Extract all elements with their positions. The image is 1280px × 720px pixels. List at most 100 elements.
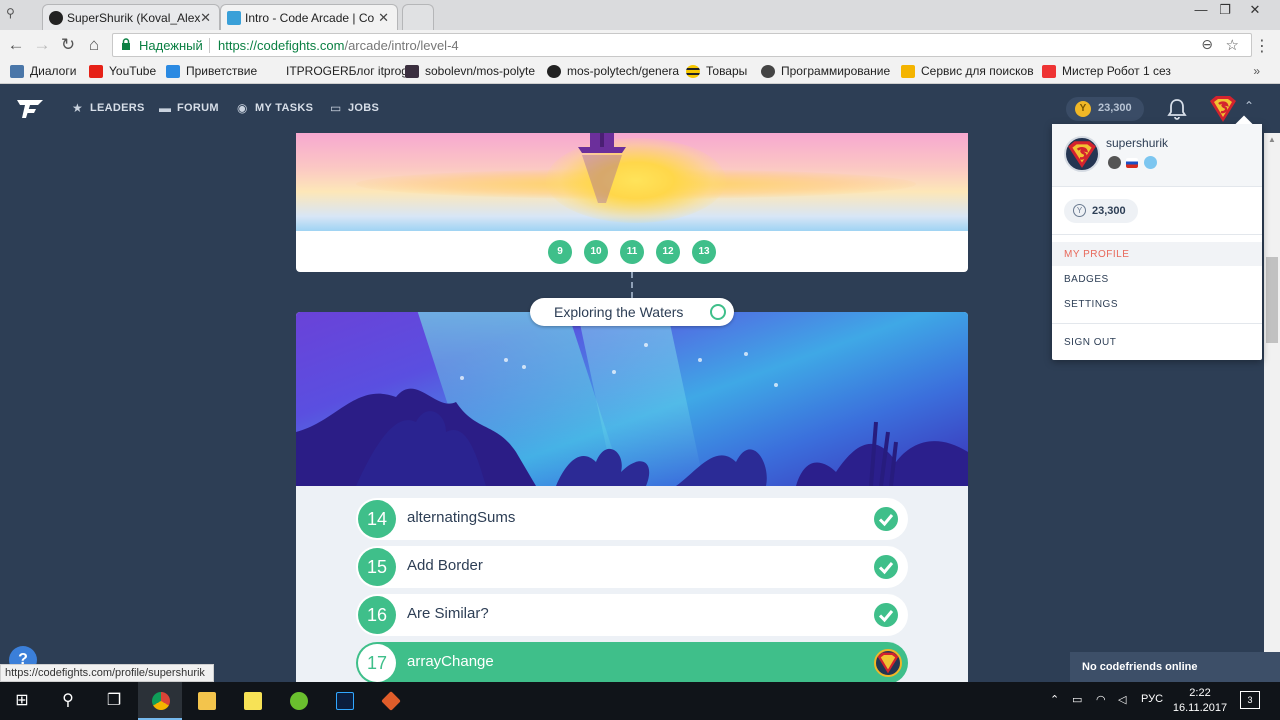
nav-my-tasks[interactable]: ◉ MY TASKS	[237, 101, 313, 115]
clock-time: 2:22	[1189, 687, 1211, 699]
action-center-icon[interactable]: 3	[1240, 691, 1260, 709]
underwater-illustration	[296, 312, 968, 486]
new-tab-button[interactable]	[402, 4, 434, 30]
menu-settings[interactable]: SETTINGS	[1052, 292, 1262, 316]
scrollbar-thumb[interactable]	[1266, 257, 1278, 343]
omnibox[interactable]: Надежный https://codefights.com/arcade/i…	[112, 33, 1252, 57]
nav-leaders[interactable]: ★ LEADERS	[72, 101, 145, 115]
video-icon	[1042, 65, 1056, 78]
url-text[interactable]: https://codefights.com/arcade/intro/leve…	[218, 38, 459, 53]
restore-icon[interactable]: ❐	[1210, 0, 1240, 22]
windows-start-icon[interactable]: ⊞	[0, 682, 44, 720]
task-row[interactable]: 15 Add Border	[356, 546, 908, 588]
chrome-menu-icon[interactable]: ⋮	[1254, 36, 1270, 56]
task-number: 17	[358, 644, 396, 682]
bookmark-mr-robot[interactable]: Мистер Робот 1 сез	[1042, 64, 1171, 78]
dropdown-avatar[interactable]	[1064, 136, 1100, 172]
bookmark-label: sobolevn/mos-polyte	[425, 64, 536, 78]
briefcase-icon: ▭	[330, 101, 342, 115]
bookmark-welcome[interactable]: Приветствие	[166, 64, 257, 78]
bookmark-dialogs[interactable]: Диалоги	[10, 64, 76, 78]
page-icon	[266, 65, 280, 78]
reload-icon[interactable]: ↻	[58, 35, 78, 55]
back-icon[interactable]: ←	[6, 35, 26, 55]
scroll-up-icon[interactable]: ▲	[1268, 135, 1276, 144]
people-icon	[761, 65, 775, 78]
tray-chevron-icon[interactable]: ⌃	[1050, 693, 1059, 706]
tab-code-arcade[interactable]: Intro - Code Arcade | Co ✕	[220, 4, 398, 30]
coins-value: 23,300	[1098, 102, 1132, 114]
bookmark-programming[interactable]: Программирование	[761, 64, 890, 78]
bookmark-label: mos-polytech/genera	[567, 64, 680, 78]
vk-icon	[10, 65, 24, 78]
explorer-taskbar-icon[interactable]	[184, 682, 228, 720]
star-icon: ★	[72, 101, 84, 115]
bookmark-sobolevn[interactable]: sobolevn/mos-polyte	[405, 64, 535, 78]
taskbar-clock[interactable]: 2:22 16.11.2017	[1170, 686, 1230, 716]
task-number: 16	[358, 596, 396, 634]
dropdown-username[interactable]: supershurik	[1106, 136, 1168, 150]
zoom-icon[interactable]: ⊖	[1201, 36, 1213, 53]
bookmark-mos-polytech[interactable]: mos-polytech/genera	[547, 64, 679, 78]
page-scrollbar[interactable]: ▲	[1264, 133, 1280, 682]
level-dot[interactable]: 13	[692, 240, 716, 264]
nav-forum[interactable]: ▬ FORUM	[159, 101, 219, 115]
level-dot[interactable]: 12	[656, 240, 680, 264]
forward-icon[interactable]: →	[32, 35, 52, 55]
tab-github[interactable]: SuperShurik (Koval_Alex ✕	[42, 4, 220, 30]
nav-label: JOBS	[348, 102, 380, 114]
task-list: 14 alternatingSums 15 Add Border 16 Are …	[356, 498, 908, 682]
bookmark-itproger[interactable]: ITPROGERБлог itprog	[266, 64, 408, 78]
level-dot[interactable]: 11	[620, 240, 644, 264]
bookmark-label: Мистер Робот 1 сез	[1062, 64, 1171, 78]
topic-title-pill[interactable]: Exploring the Waters	[530, 298, 734, 326]
task-row[interactable]: 14 alternatingSums	[356, 498, 908, 540]
bookmark-goods[interactable]: Товары	[686, 64, 747, 78]
sunset-illustration	[296, 133, 968, 231]
input-language[interactable]: РУС	[1141, 693, 1163, 705]
window-close-icon[interactable]: ✕	[1240, 0, 1270, 22]
link-status-bar: https://codefights.com/profile/supershur…	[0, 664, 214, 682]
volume-icon[interactable]: ◁	[1118, 693, 1126, 706]
tab-close-icon[interactable]: ✕	[378, 10, 389, 26]
tab-close-icon[interactable]: ✕	[200, 10, 211, 26]
codefriends-panel[interactable]: No codefriends online	[1070, 652, 1280, 682]
bookmarks-overflow-icon[interactable]: »	[1253, 64, 1260, 78]
level-dot[interactable]: 10	[584, 240, 608, 264]
task-row-current[interactable]: 17 arrayChange	[356, 642, 908, 682]
yellow-icon	[901, 65, 915, 78]
task-row[interactable]: 16 Are Similar?	[356, 594, 908, 636]
photoshop-taskbar-icon[interactable]	[322, 682, 366, 720]
tab-menu-icon[interactable]: ⚲	[6, 6, 22, 22]
chrome-icon	[152, 692, 170, 710]
wifi-icon[interactable]: ◠	[1096, 693, 1106, 706]
git-taskbar-icon[interactable]	[368, 682, 412, 720]
bell-icon[interactable]	[1167, 98, 1187, 120]
level-dot[interactable]: 9	[548, 240, 572, 264]
utorrent-taskbar-icon[interactable]	[276, 682, 320, 720]
task-number: 15	[358, 548, 396, 586]
user-avatar[interactable]	[1208, 95, 1238, 123]
profile-dropdown: supershurik Y 23,300 MY PROFILE BADGES S…	[1052, 115, 1262, 360]
bookmark-star-icon[interactable]: ☆	[1226, 36, 1239, 54]
menu-badges[interactable]: BADGES	[1052, 267, 1262, 291]
home-icon[interactable]: ⌂	[84, 35, 104, 55]
search-icon[interactable]: ⚲	[46, 682, 90, 720]
chrome-taskbar-icon[interactable]	[138, 682, 182, 720]
bookmark-youtube[interactable]: YouTube	[89, 64, 156, 78]
task-view-icon[interactable]: ❐	[92, 682, 136, 720]
menu-my-profile[interactable]: MY PROFILE	[1052, 242, 1262, 266]
github-icon	[49, 11, 63, 25]
codefights-logo-icon[interactable]	[16, 97, 44, 121]
bookmarks-bar: Диалоги YouTube Приветствие ITPROGERБлог…	[0, 60, 1280, 84]
menu-sign-out[interactable]: SIGN OUT	[1052, 330, 1262, 354]
git-icon	[381, 691, 401, 711]
chevron-up-icon[interactable]: ⌃	[1244, 99, 1254, 113]
coins-counter[interactable]: Y 23,300	[1066, 97, 1144, 121]
sticky-notes-taskbar-icon[interactable]	[230, 682, 274, 720]
nav-jobs[interactable]: ▭ JOBS	[330, 101, 380, 115]
divider	[1052, 323, 1262, 324]
bookmark-search-service[interactable]: Сервис для поисков	[901, 64, 1034, 78]
chat-icon: ▬	[159, 101, 172, 115]
battery-icon[interactable]: ▭	[1072, 693, 1082, 706]
